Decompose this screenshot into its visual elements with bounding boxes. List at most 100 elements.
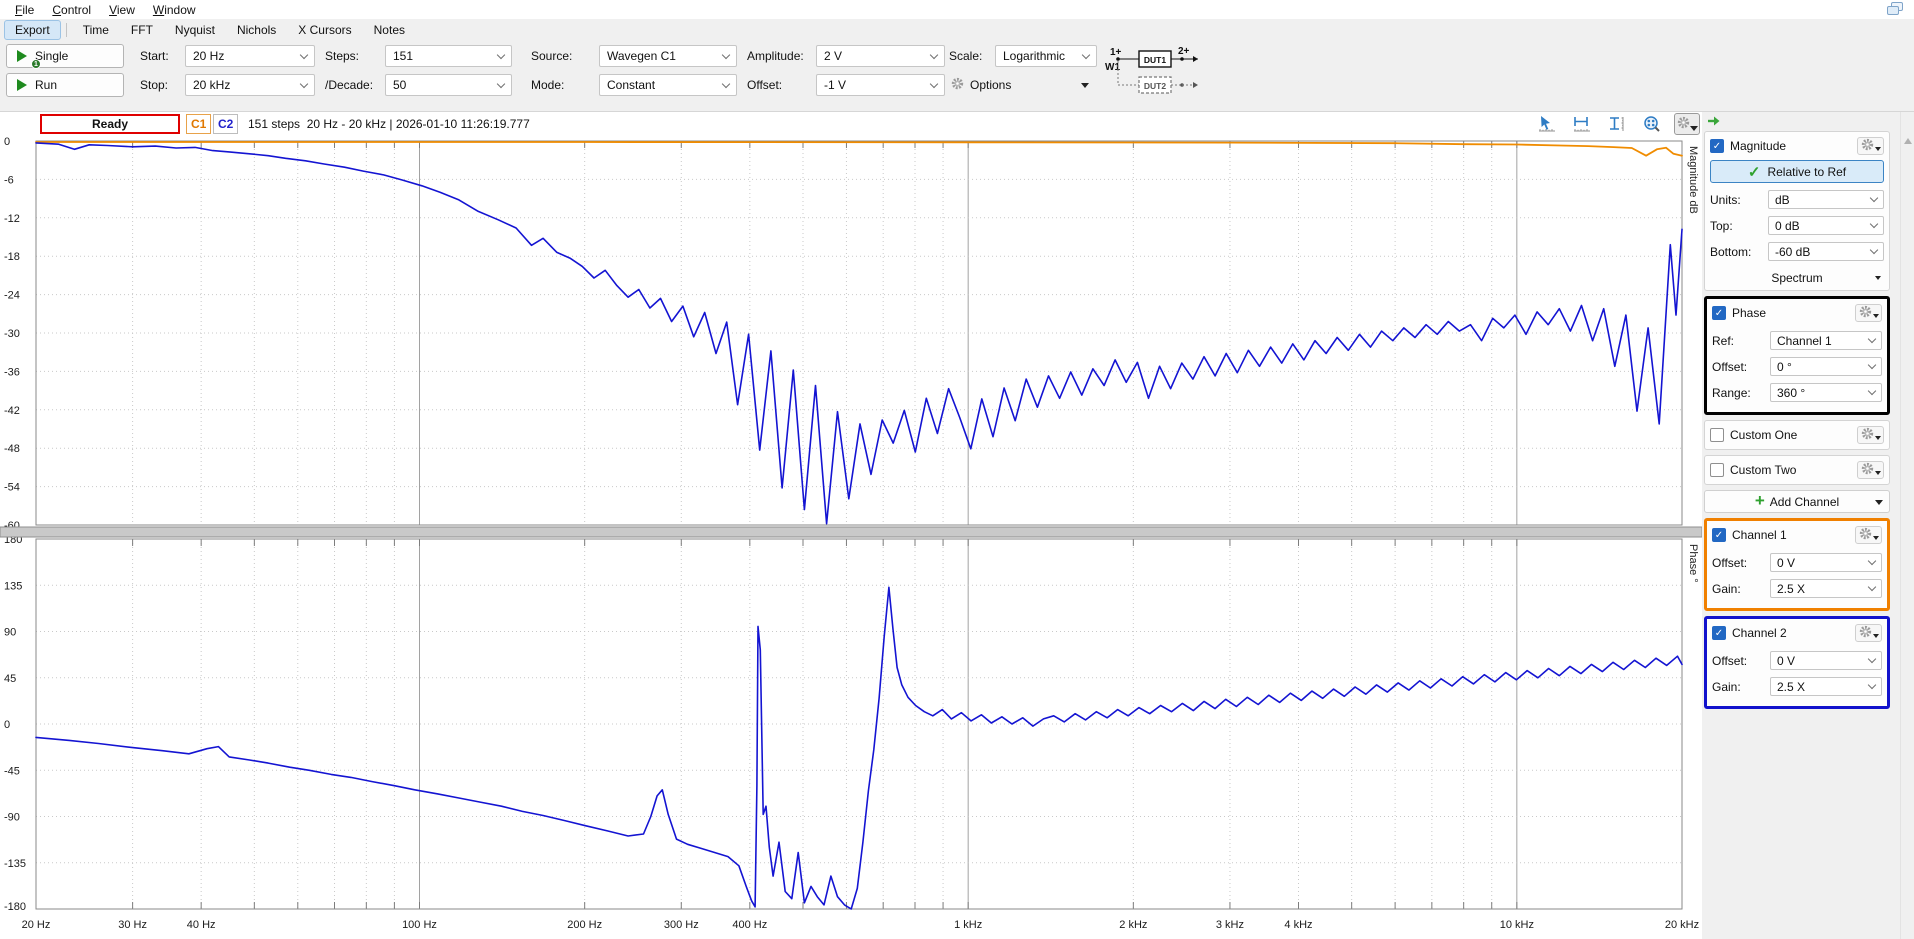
svg-text:135: 135 xyxy=(4,580,22,592)
channel1-gain-select[interactable]: 2.5 X xyxy=(1770,579,1882,598)
scale-value: Logarithmic xyxy=(1003,49,1065,63)
start-label: Start: xyxy=(140,44,169,68)
gear-icon xyxy=(1861,462,1874,478)
channel1-gear-button[interactable] xyxy=(1855,526,1882,544)
dut-out-label: 2+ xyxy=(1178,46,1190,57)
mode-select[interactable]: Constant xyxy=(599,74,737,96)
source-label: Source: xyxy=(531,44,572,68)
channel2-offset-select[interactable]: 0 V xyxy=(1770,651,1882,670)
custom-one-title: Custom One xyxy=(1730,428,1851,442)
svg-text:100 Hz: 100 Hz xyxy=(402,919,437,931)
bode-plot[interactable]: 0-6-12-18-24-30-36-42-48-54-601801359045… xyxy=(0,136,1702,939)
custom-one-checkbox[interactable] xyxy=(1710,428,1724,442)
channel1-chip[interactable]: C1 xyxy=(186,114,211,134)
menu-view[interactable]: View xyxy=(100,1,144,19)
zoom-icon[interactable] xyxy=(1639,113,1665,135)
scale-label: Scale: xyxy=(949,44,982,68)
run-button-label: Run xyxy=(35,78,57,92)
channel2-gear-button[interactable] xyxy=(1855,624,1882,642)
custom-two-checkbox[interactable] xyxy=(1710,463,1724,477)
top-label: Top: xyxy=(1710,219,1764,233)
tab-fft[interactable]: FFT xyxy=(120,20,164,40)
gear-icon xyxy=(1861,427,1874,443)
svg-text:-48: -48 xyxy=(4,443,20,455)
bode-plot-area[interactable]: 0-6-12-18-24-30-36-42-48-54-601801359045… xyxy=(0,136,1702,939)
stop-label: Stop: xyxy=(140,73,168,97)
source-value: Wavegen C1 xyxy=(607,49,676,63)
channel1-offset-select[interactable]: 0 V xyxy=(1770,553,1882,572)
gear-icon xyxy=(1859,527,1872,543)
chevron-down-icon xyxy=(1875,500,1883,505)
chevron-down-icon xyxy=(1875,471,1881,475)
svg-text:-42: -42 xyxy=(4,405,20,417)
custom-two-gear-button[interactable] xyxy=(1857,461,1884,479)
channel2-section: Channel 2 Offset: 0 V Gain: 2.5 X xyxy=(1704,616,1890,709)
options-button[interactable]: Options xyxy=(944,73,1096,97)
svg-text:-180: -180 xyxy=(4,901,26,913)
tool-tab-bar: Export Time FFT Nyquist Nichols X Cursor… xyxy=(0,19,1914,40)
add-channel-button[interactable]: Add Channel xyxy=(1704,490,1890,513)
stop-select[interactable]: 20 kHz xyxy=(185,74,315,96)
gear-icon xyxy=(1861,138,1874,154)
phase-checkbox[interactable] xyxy=(1712,306,1726,320)
top-select[interactable]: 0 dB xyxy=(1768,216,1884,235)
amplitude-select[interactable]: 2 V xyxy=(816,45,945,67)
chevron-down-icon xyxy=(1868,655,1876,663)
scroll-up-icon[interactable] xyxy=(1904,138,1912,144)
tab-notes[interactable]: Notes xyxy=(363,20,416,40)
chevron-down-icon xyxy=(497,79,505,87)
source-select[interactable]: Wavegen C1 xyxy=(599,45,737,67)
plot-settings-gear-button[interactable] xyxy=(1674,113,1700,135)
restore-windows-icon[interactable] xyxy=(1884,2,1906,17)
svg-text:-24: -24 xyxy=(4,290,20,302)
tab-time[interactable]: Time xyxy=(72,20,120,40)
play-icon: 1 xyxy=(17,50,27,62)
tab-nichols[interactable]: Nichols xyxy=(226,20,287,40)
horizontal-cursor-icon[interactable] xyxy=(1569,113,1595,135)
range-select[interactable]: 360 ° xyxy=(1770,383,1882,402)
phase-title: Phase xyxy=(1732,306,1849,320)
vertical-cursor-icon[interactable] xyxy=(1604,113,1630,135)
channel1-checkbox[interactable] xyxy=(1712,528,1726,542)
svg-text:-45: -45 xyxy=(4,765,20,777)
relative-to-ref-button[interactable]: Relative to Ref xyxy=(1710,160,1884,183)
custom-one-gear-button[interactable] xyxy=(1857,426,1884,444)
single-button[interactable]: 1 Single xyxy=(6,44,124,68)
menu-control[interactable]: Control xyxy=(43,1,100,19)
scale-select[interactable]: Logarithmic xyxy=(995,45,1097,67)
pointer-cursor-icon[interactable] xyxy=(1534,113,1560,135)
tab-nyquist[interactable]: Nyquist xyxy=(164,20,226,40)
chevron-down-icon xyxy=(1868,557,1876,565)
magnitude-checkbox[interactable] xyxy=(1710,139,1724,153)
units-select[interactable]: dB xyxy=(1768,190,1884,209)
channel2-gain-select[interactable]: 2.5 X xyxy=(1770,677,1882,696)
menu-window[interactable]: Window xyxy=(144,1,205,19)
units-label: Units: xyxy=(1710,193,1764,207)
bottom-select[interactable]: -60 dB xyxy=(1768,242,1884,261)
svg-text:400 Hz: 400 Hz xyxy=(732,919,767,931)
start-select[interactable]: 20 Hz xyxy=(185,45,315,67)
ref-select[interactable]: Channel 1 xyxy=(1770,331,1882,350)
dut-wiring-diagram: 1+ W1 DUT1 2+ DUT2 xyxy=(1102,43,1206,99)
menu-file[interactable]: File xyxy=(6,1,43,19)
per-decade-select[interactable]: 50 xyxy=(385,74,512,96)
channel2-checkbox[interactable] xyxy=(1712,626,1726,640)
phase-gear-button[interactable] xyxy=(1855,304,1882,322)
dut-in-label: 1+ xyxy=(1110,47,1122,58)
magnitude-gear-button[interactable] xyxy=(1857,137,1884,155)
phase-offset-select[interactable]: 0 ° xyxy=(1770,357,1882,376)
magnitude-section: Magnitude Relative to Ref Units: dB Top:… xyxy=(1704,131,1890,291)
green-arrow-icon[interactable] xyxy=(1706,114,1722,131)
panel-scrollbar[interactable] xyxy=(1900,112,1914,939)
range-value: 360 ° xyxy=(1777,386,1805,400)
offset-select[interactable]: -1 V xyxy=(816,74,945,96)
svg-text:20 Hz: 20 Hz xyxy=(22,919,51,931)
steps-select[interactable]: 151 xyxy=(385,45,512,67)
channel2-chip[interactable]: C2 xyxy=(213,114,238,134)
spectrum-dropdown[interactable]: Spectrum xyxy=(1710,268,1884,287)
channel1-gain-label: Gain: xyxy=(1712,582,1766,596)
tab-x-cursors[interactable]: X Cursors xyxy=(287,20,362,40)
run-button[interactable]: Run xyxy=(6,73,124,97)
tab-export[interactable]: Export xyxy=(4,20,61,40)
svg-text:200 Hz: 200 Hz xyxy=(567,919,602,931)
